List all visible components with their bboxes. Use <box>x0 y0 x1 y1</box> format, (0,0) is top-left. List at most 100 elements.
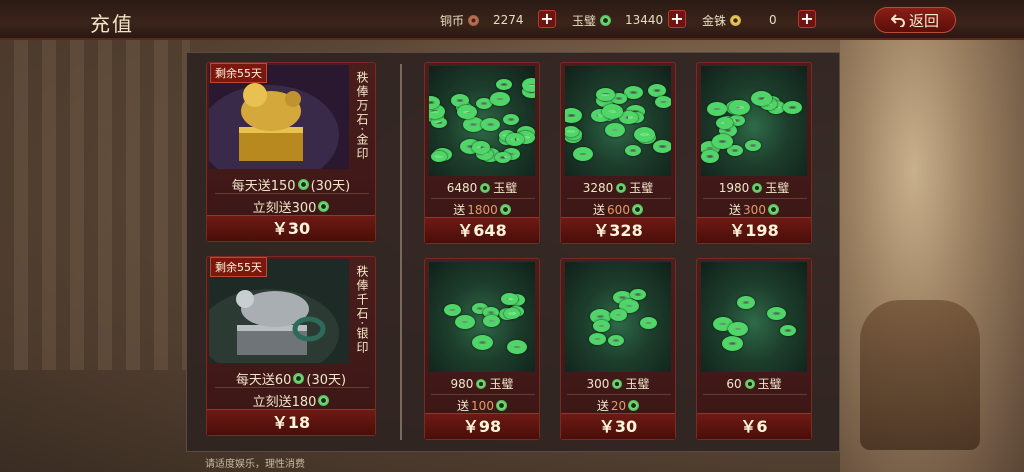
add-jade-button[interactable]: + <box>668 10 686 28</box>
price-button[interactable]: ￥98 <box>425 413 539 439</box>
bonus-value: 100 <box>471 398 494 413</box>
days-remaining-badge: 剩余55天 <box>210 257 267 277</box>
pack-bonus: 送 20 <box>561 397 675 414</box>
pack-unit: 玉璧 <box>765 181 790 195</box>
jade-pack-card[interactable]: 3280 玉璧 送 600 ￥328 <box>560 62 676 244</box>
pack-amount-value: 6480 <box>446 180 478 195</box>
jade-pack-card[interactable]: 1980 玉璧 送 300 ￥198 <box>696 62 812 244</box>
jade-ring-icon <box>751 91 772 106</box>
jade-ring-icon <box>712 134 733 149</box>
instant-reward-text: 立刻送300 <box>252 201 317 216</box>
divider <box>567 394 671 395</box>
divider <box>703 394 807 395</box>
divider <box>215 387 369 388</box>
jade-pile-image <box>701 66 807 176</box>
jade-ring-icon <box>457 105 477 119</box>
daily-duration: (30天) <box>310 179 351 194</box>
jade-ring-icon <box>573 147 593 161</box>
pack-amount: 980 玉璧 <box>425 375 539 392</box>
jade-ring-icon <box>716 117 733 129</box>
back-label: 返回 <box>908 11 939 30</box>
price-button[interactable]: ￥6 <box>697 413 811 439</box>
jade-ring-icon <box>729 100 750 115</box>
jade-ring-icon <box>605 123 625 137</box>
daily-duration: (30天) <box>306 373 347 388</box>
jade-disc-icon <box>628 400 640 411</box>
jade-ring-icon <box>634 127 655 142</box>
jade-ring-icon <box>522 78 535 92</box>
jade-disc-icon <box>616 182 627 193</box>
jade-ring-icon <box>507 340 527 354</box>
gold-seal-card[interactable]: 秩俸万石·金印 剩余55天 每天送150 (30天) 立刻送300 ￥30 <box>206 62 376 242</box>
jade-disc-icon <box>612 378 623 389</box>
jade-disc-icon <box>476 378 487 389</box>
jade-ring-icon <box>444 304 461 316</box>
instant-reward: 立刻送180 <box>207 391 375 410</box>
price-button[interactable]: ￥198 <box>697 217 811 243</box>
jade-pile-image <box>429 66 535 176</box>
add-gold-button[interactable]: + <box>798 10 816 28</box>
panel-divider <box>400 64 402 440</box>
resource-value: 0 <box>769 13 777 27</box>
pack-amount: 300 玉璧 <box>561 375 675 392</box>
jade-pack-card[interactable]: 6480 玉璧 送 1800 ￥648 <box>424 62 540 244</box>
background-window <box>0 40 190 370</box>
jade-pile-image <box>429 262 535 372</box>
jade-disc-icon <box>600 14 612 26</box>
pack-bonus: 送 600 <box>561 201 675 218</box>
seal-vertical-title: 秩俸千石·银印 <box>355 265 369 355</box>
jade-pile-image <box>701 262 807 372</box>
pack-unit: 玉璧 <box>757 377 782 391</box>
daily-reward-text: 每天送60 <box>235 373 292 388</box>
bonus-prefix: 送 <box>593 203 606 217</box>
jade-disc-icon <box>767 204 779 215</box>
bonus-prefix: 送 <box>457 399 470 413</box>
price-button[interactable]: ￥648 <box>425 217 539 243</box>
divider <box>431 198 535 199</box>
add-copper-button[interactable]: + <box>538 10 556 28</box>
bonus-value: 20 <box>610 398 627 413</box>
bonus-value: 300 <box>743 202 766 217</box>
jade-ring-icon <box>506 133 524 146</box>
jade-disc-icon <box>318 395 330 406</box>
jade-ring-icon <box>495 152 511 163</box>
jade-ring-icon <box>589 333 606 345</box>
jade-ring-icon <box>431 151 447 162</box>
jade-ring-icon <box>455 315 475 329</box>
price-button[interactable]: ￥30 <box>561 413 675 439</box>
pack-unit: 玉璧 <box>489 377 514 391</box>
jade-pile-image <box>565 66 671 176</box>
jade-ring-icon <box>653 140 671 153</box>
jade-disc-icon <box>318 201 330 212</box>
price-button[interactable]: ￥328 <box>561 217 675 243</box>
resource-value: 2274 <box>493 13 524 27</box>
pack-amount-value: 3280 <box>582 180 614 195</box>
jade-ring-icon <box>608 335 624 346</box>
daily-reward-text: 每天送150 <box>231 179 296 194</box>
back-button[interactable]: 返回 <box>874 7 956 33</box>
jade-ring-icon <box>625 145 641 156</box>
jade-ring-icon <box>610 309 627 321</box>
bonus-prefix: 送 <box>596 399 609 413</box>
silver-seal-card[interactable]: 秩俸千石·银印 剩余55天 每天送60 (30天) 立刻送180 ￥18 <box>206 256 376 436</box>
jade-disc-icon <box>631 204 643 215</box>
price-button[interactable]: ￥18 <box>207 409 375 435</box>
jade-ring-icon <box>745 140 761 151</box>
pack-amount-value: 1980 <box>718 180 750 195</box>
jade-ring-icon <box>780 325 796 336</box>
jade-ring-icon <box>503 114 519 125</box>
jade-pack-card[interactable]: 980 玉璧 送 100 ￥98 <box>424 258 540 440</box>
jade-ring-icon <box>565 108 582 123</box>
top-bar: 充值 铜币 2274 + 玉璧 13440 + 金铢 0 + 返回 <box>0 0 1024 40</box>
jade-pack-card[interactable]: 300 玉璧 送 20 ￥30 <box>560 258 676 440</box>
resource-value: 13440 <box>625 13 664 27</box>
jade-pack-card[interactable]: 60 玉璧 ￥6 <box>696 258 812 440</box>
price-button[interactable]: ￥30 <box>207 215 375 241</box>
resource-jade: 玉璧 13440 <box>572 11 663 29</box>
jade-ring-icon <box>496 79 512 90</box>
instant-reward-text: 立刻送180 <box>252 395 317 410</box>
pack-bonus: 送 300 <box>697 201 811 218</box>
jade-ring-icon <box>481 118 500 131</box>
pack-unit: 玉璧 <box>493 181 518 195</box>
page-title: 充值 <box>90 12 134 36</box>
